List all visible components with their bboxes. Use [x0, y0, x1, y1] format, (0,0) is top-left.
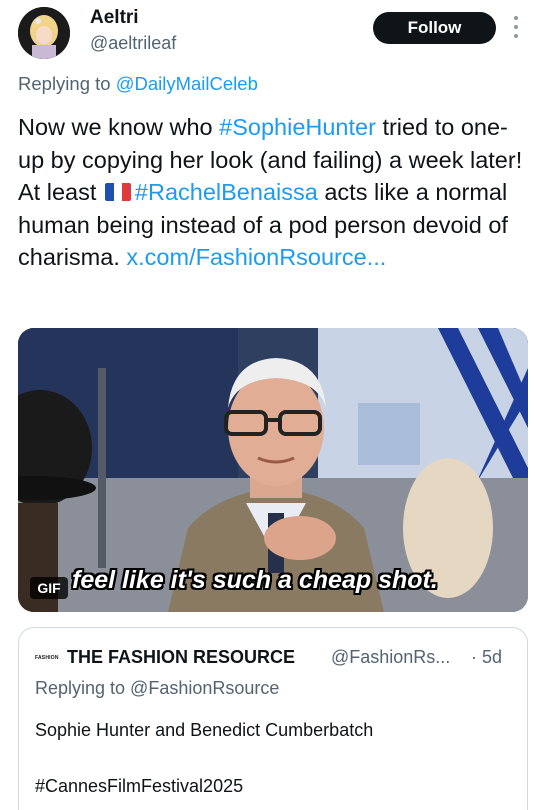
quote-author-handle[interactable]: @FashionRs... — [331, 647, 450, 668]
tweet-text-part: Now we know who — [18, 114, 220, 140]
gif-caption: feel like it's such a cheap shot. — [72, 566, 438, 594]
quoted-tweet-card[interactable]: FASHION THE FASHION RESOURCE @FashionRs.… — [18, 627, 528, 810]
hashtag-link[interactable]: #SophieHunter — [219, 114, 376, 140]
hashtag-link[interactable]: #RachelBenaissa — [135, 179, 318, 205]
gif-badge: GIF — [30, 577, 68, 599]
external-link[interactable]: x.com/FashionRsource... — [126, 244, 386, 270]
follow-button[interactable]: Follow — [373, 12, 496, 44]
quote-replying-to: Replying to @FashionRsource — [35, 678, 280, 698]
more-vertical-icon[interactable] — [510, 14, 522, 40]
avatar[interactable] — [18, 7, 70, 59]
gif-media[interactable]: GIF feel like it's such a cheap shot. — [18, 328, 528, 612]
replying-to: Replying to @DailyMailCeleb — [18, 73, 258, 95]
quote-text: Sophie Hunter and Benedict Cumberbatch — [35, 720, 374, 740]
reply-mention-link[interactable]: @DailyMailCeleb — [116, 73, 258, 94]
flag-france-icon — [104, 183, 131, 201]
quote-author-name[interactable]: THE FASHION RESOURCE — [67, 647, 295, 668]
quote-timestamp[interactable]: · 5d — [471, 647, 502, 668]
quote-hashtag: #CannesFilmFestival2025 — [35, 776, 244, 796]
tweet-text: Now we know who #SophieHunter tried to o… — [18, 111, 523, 274]
tweet-header: Aeltri @aeltrileaf Follow — [0, 0, 535, 70]
replying-to-prefix: Replying to — [18, 73, 116, 94]
user-handle[interactable]: @aeltrileaf — [90, 33, 176, 54]
display-name[interactable]: Aeltri — [90, 7, 139, 29]
quote-avatar-logo: FASHION — [35, 655, 59, 661]
